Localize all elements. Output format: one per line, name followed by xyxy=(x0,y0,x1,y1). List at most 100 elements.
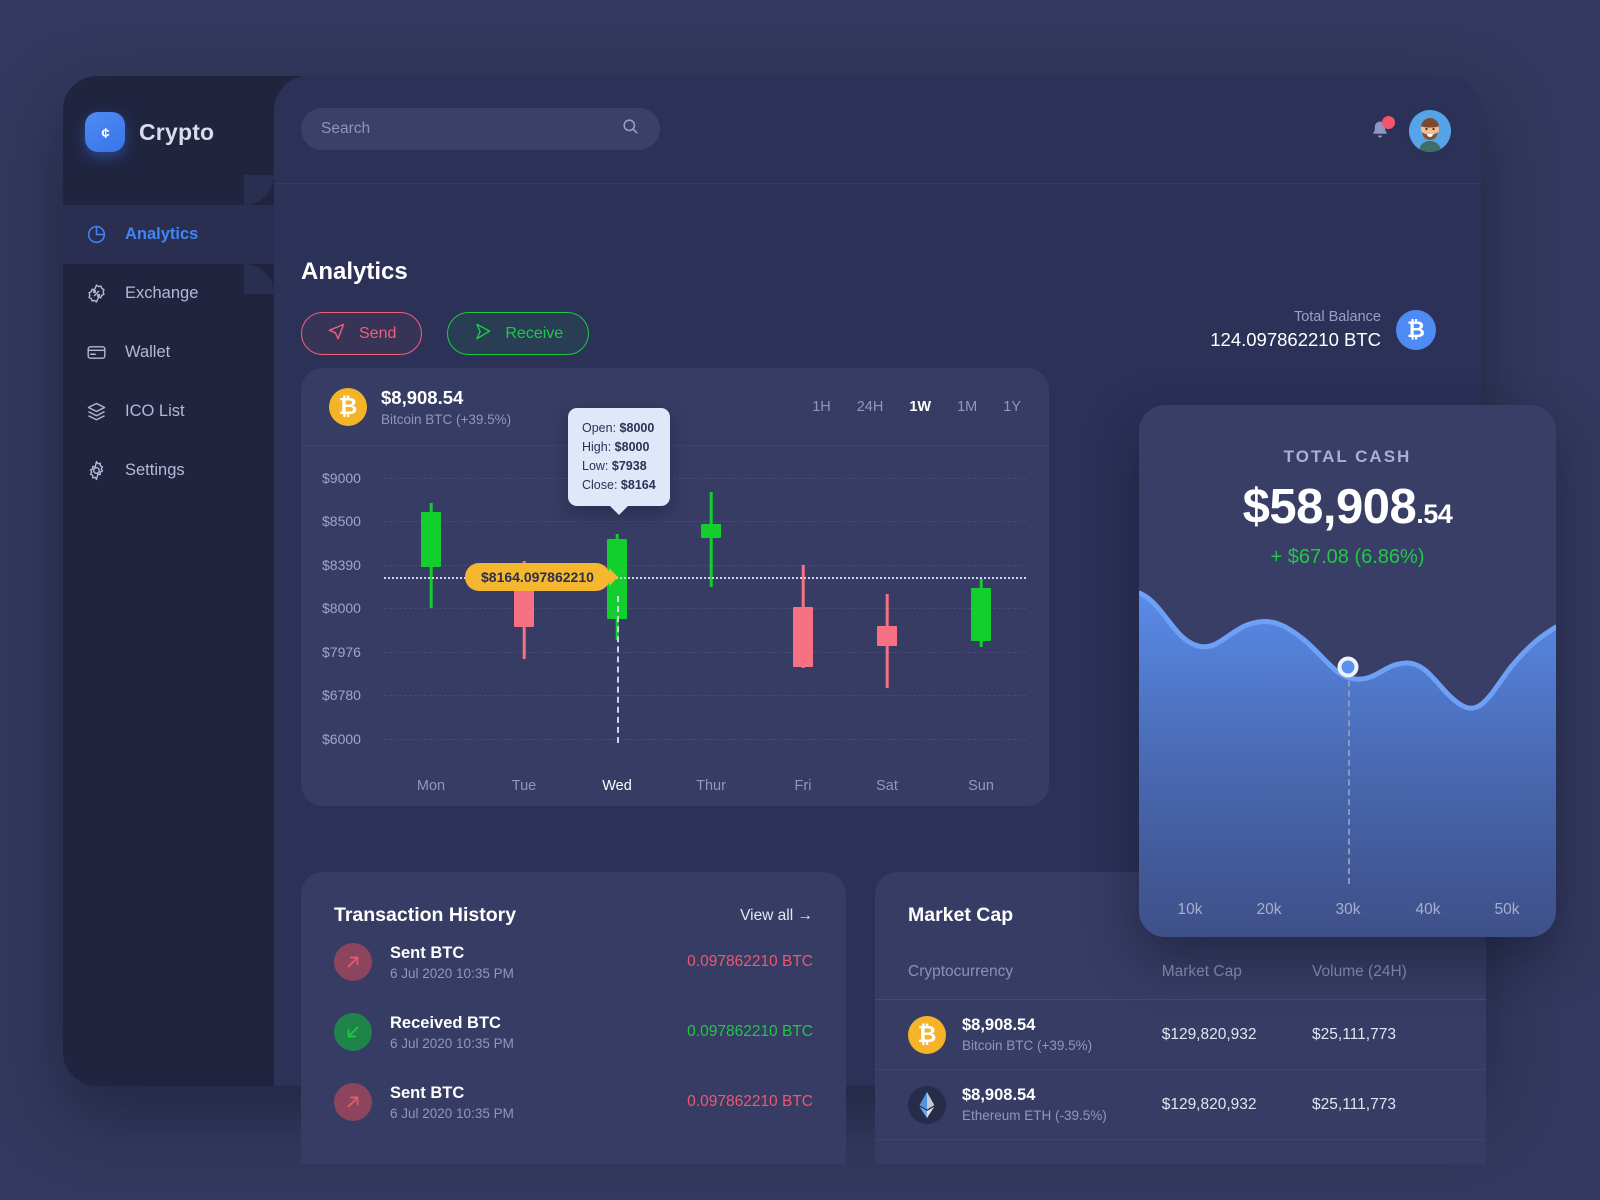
coin-subtitle: Ethereum ETH (-39.5%) xyxy=(962,1108,1107,1123)
brand-name: Crypto xyxy=(139,118,215,145)
transaction-name: Sent BTC xyxy=(390,943,465,962)
send-button[interactable]: Send xyxy=(301,312,423,355)
sidebar-item-label: Wallet xyxy=(125,343,171,361)
column-header-volume: Volume (24H) xyxy=(1312,963,1407,980)
candle-thur[interactable] xyxy=(701,446,721,746)
x-tick-sun: Sun xyxy=(968,778,994,794)
candle-fri[interactable] xyxy=(793,446,813,746)
transaction-history-title: Transaction History xyxy=(334,904,517,926)
receive-button[interactable]: Receive xyxy=(447,312,590,355)
table-row[interactable]: $8,908.54 Ethereum ETH (-39.5%) $129,820… xyxy=(875,1070,1486,1140)
brand: ¢ Crypto xyxy=(85,112,214,152)
topbar xyxy=(274,76,1481,184)
coin-price: $8,908.54 xyxy=(962,1016,1036,1034)
transaction-amount: 0.097862210 BTC xyxy=(687,1023,813,1040)
range-1w[interactable]: 1W xyxy=(909,399,931,415)
view-all-link[interactable]: View all → xyxy=(740,907,813,925)
column-header-market-cap: Market Cap xyxy=(1161,963,1242,980)
arrow-up-right-icon xyxy=(334,943,372,981)
y-tick-label: $8500 xyxy=(322,513,361,529)
send-label: Send xyxy=(359,324,397,342)
sidebar-item-analytics[interactable]: Analytics xyxy=(63,175,274,294)
svg-text:¢: ¢ xyxy=(101,125,109,141)
transaction-name: Received BTC xyxy=(390,1013,501,1032)
column-header-cryptocurrency: Cryptocurrency xyxy=(908,963,1014,980)
x-tick-50k: 50k xyxy=(1494,901,1520,918)
table-row[interactable]: ₿ $8,908.54 Bitcoin BTC (+39.5%) $129,82… xyxy=(875,1000,1486,1070)
user-avatar[interactable] xyxy=(1409,110,1451,152)
range-1y[interactable]: 1Y xyxy=(1003,399,1021,415)
candle-tue[interactable] xyxy=(514,446,534,746)
sidebar-item-exchange[interactable]: Exchange xyxy=(63,264,274,323)
market-cap-value: $129,820,932 xyxy=(1161,1025,1257,1043)
x-tick-tue: Tue xyxy=(511,778,537,794)
sidebar-item-ico-list[interactable]: ICO List xyxy=(63,382,274,441)
x-tick-wed: Wed xyxy=(602,778,632,794)
notch-top xyxy=(244,175,274,205)
bitcoin-icon: ₿ xyxy=(908,1015,946,1054)
sidebar-item-label: Exchange xyxy=(125,284,199,302)
candle-tooltip: Open: $8000 High: $8000 Low: $7938 Close… xyxy=(568,408,670,515)
chart-header: ₿ $8,908.54 Bitcoin BTC (+39.5%) 1H 24H … xyxy=(301,368,1049,446)
y-tick-label: $6780 xyxy=(322,687,361,703)
sidebar-item-label: Analytics xyxy=(125,225,199,243)
total-balance-value: 124.097862210 BTC xyxy=(1210,329,1381,350)
marker-line xyxy=(1348,671,1350,884)
total-balance-label: Total Balance xyxy=(1293,309,1381,325)
price-chart-card: ₿ $8,908.54 Bitcoin BTC (+39.5%) 1H 24H … xyxy=(301,368,1049,806)
table-row[interactable]: Sent BTC 6 Jul 2020 10:35 PM 0.097862210… xyxy=(301,927,846,997)
candle-mon[interactable] xyxy=(421,446,441,746)
volume-value: $25,111,773 xyxy=(1312,1025,1396,1043)
sidebar-item-settings[interactable]: Settings xyxy=(63,441,274,500)
data-point-marker[interactable] xyxy=(1337,656,1359,678)
card-icon xyxy=(85,342,107,364)
x-tick-20k: 20k xyxy=(1256,901,1282,918)
total-balance: Total Balance 124.097862210 BTC ₿ xyxy=(1210,309,1436,351)
ethereum-icon xyxy=(908,1085,946,1124)
y-tick-label: $9000 xyxy=(322,470,361,486)
arrow-down-left-icon xyxy=(334,1013,372,1051)
transaction-date: 6 Jul 2020 10:35 PM xyxy=(390,965,514,981)
x-tick-fri: Fri xyxy=(794,778,812,794)
table-row[interactable]: Received BTC 6 Jul 2020 10:35 PM 0.09786… xyxy=(301,997,846,1067)
page-title: Analytics xyxy=(301,258,408,285)
y-tick-label: $7976 xyxy=(322,644,361,660)
transaction-amount: 0.097862210 BTC xyxy=(687,1093,813,1110)
transaction-amount: 0.097862210 BTC xyxy=(687,953,813,970)
sidebar-nav: Analytics Exchange Wallet ICO List Setti… xyxy=(63,175,274,500)
x-tick-10k: 10k xyxy=(1177,901,1203,918)
candlestick-plot: $9000 $8500 $8390 $8000 $7976 $6780 $600… xyxy=(301,408,1049,806)
candle-sun[interactable] xyxy=(971,446,991,746)
x-tick-40k: 40k xyxy=(1415,901,1441,918)
range-1m[interactable]: 1M xyxy=(957,399,977,415)
coin-price: $8,908.54 xyxy=(381,386,464,408)
pie-chart-icon xyxy=(85,224,107,246)
range-selector: 1H 24H 1W 1M 1Y xyxy=(812,399,1021,415)
coin-subtitle: Bitcoin BTC (+39.5%) xyxy=(381,411,512,427)
selection-line xyxy=(617,596,619,743)
sidebar-item-label: Settings xyxy=(125,461,185,479)
range-1h[interactable]: 1H xyxy=(812,399,831,415)
tooltip-open-value: $8000 xyxy=(619,421,655,435)
table-row[interactable]: Sent BTC 6 Jul 2020 10:35 PM 0.097862210… xyxy=(301,1067,846,1137)
search-icon[interactable] xyxy=(621,117,640,141)
percent-badge-icon xyxy=(85,283,107,305)
transaction-date: 6 Jul 2020 10:35 PM xyxy=(390,1105,514,1121)
tooltip-close-label: Close: xyxy=(582,478,618,492)
crypto-coin-icon: ¢ xyxy=(85,112,125,152)
candle-sat[interactable] xyxy=(877,446,897,746)
market-cap-value: $129,820,932 xyxy=(1161,1095,1257,1113)
volume-value: $25,111,773 xyxy=(1312,1095,1396,1113)
x-tick-sat: Sat xyxy=(876,778,898,794)
tooltip-close-value: $8164 xyxy=(620,478,656,492)
search-input[interactable] xyxy=(321,120,621,138)
sidebar: ¢ Crypto Analytics Exchange Wallet ICO L… xyxy=(63,76,274,1086)
arrow-up-right-icon xyxy=(334,1083,372,1121)
range-24h[interactable]: 24H xyxy=(857,399,884,415)
notification-bell-icon[interactable] xyxy=(1368,116,1395,144)
coin-price: $8,908.54 xyxy=(962,1086,1036,1104)
sidebar-item-wallet[interactable]: Wallet xyxy=(63,323,274,382)
x-tick-30k: 30k xyxy=(1335,901,1361,918)
search-box[interactable] xyxy=(301,108,660,150)
tooltip-high-value: $8000 xyxy=(614,440,650,454)
